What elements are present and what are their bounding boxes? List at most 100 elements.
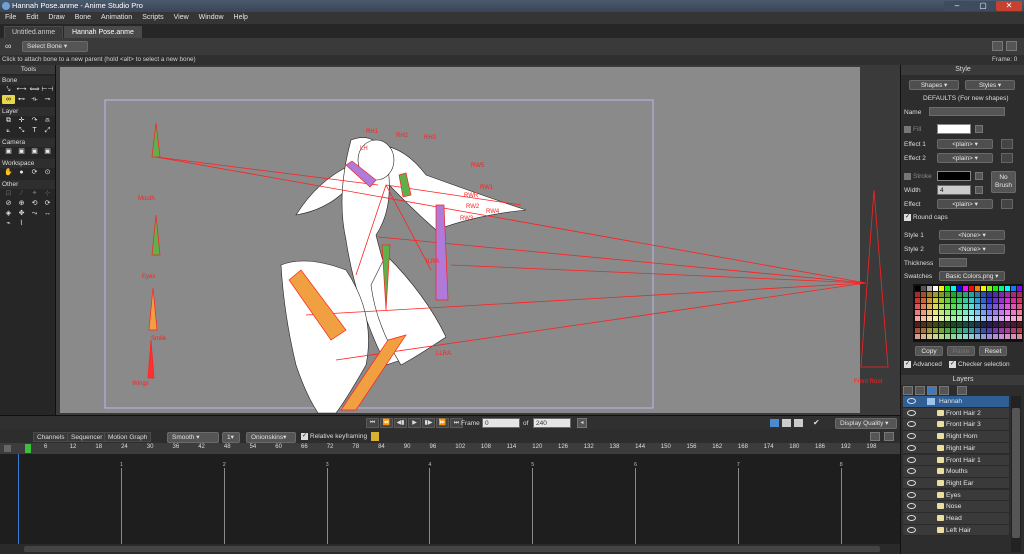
palette-swatch[interactable]	[993, 286, 998, 291]
palette-swatch[interactable]	[945, 310, 950, 315]
stroke-picker-icon[interactable]	[975, 172, 983, 180]
palette-swatch[interactable]	[1005, 334, 1010, 339]
palette-swatch[interactable]	[1005, 298, 1010, 303]
palette-swatch[interactable]	[921, 316, 926, 321]
tool-icon[interactable]: ⤢	[41, 126, 54, 135]
eye-icon[interactable]	[907, 433, 916, 440]
palette-swatch[interactable]	[969, 316, 974, 321]
eye-icon[interactable]	[907, 421, 916, 428]
style1-dropdown[interactable]: <None> ▾	[939, 230, 1005, 240]
canvas-area[interactable]: Mouth Eyes Smile Wings Front Root RWR RW…	[56, 65, 900, 415]
palette-swatch[interactable]	[927, 322, 932, 327]
palette-swatch[interactable]	[1017, 328, 1022, 333]
stroke-checkbox[interactable]	[904, 173, 911, 180]
palette-swatch[interactable]	[963, 316, 968, 321]
tool-icon[interactable]: ↷	[28, 116, 41, 125]
palette-swatch[interactable]	[999, 298, 1004, 303]
palette-swatch[interactable]	[933, 292, 938, 297]
tool-icon[interactable]: ⟳	[41, 199, 54, 208]
tool-icon[interactable]: ▣	[15, 147, 28, 156]
tool-icon[interactable]: ⟲	[28, 199, 41, 208]
layers-scrollbar[interactable]	[1011, 396, 1021, 552]
end-frame-input[interactable]: 240	[533, 418, 571, 428]
layer-item-right-ear[interactable]: Right Ear	[903, 477, 1009, 490]
tool-icon[interactable]: ◈	[2, 209, 15, 218]
tool-icon[interactable]: ∞	[2, 95, 15, 104]
tool-icon[interactable]: ⟛	[28, 95, 41, 104]
palette-swatch[interactable]	[987, 310, 992, 315]
palette-swatch[interactable]	[993, 310, 998, 315]
timeline-menu-icon[interactable]	[884, 432, 894, 441]
stroke-color-swatch[interactable]	[937, 171, 971, 181]
menu-view[interactable]: View	[169, 14, 194, 21]
tab-motion-graph[interactable]: Motion Graph	[104, 432, 152, 442]
tool-icon[interactable]: ⤥	[2, 85, 15, 94]
palette-swatch[interactable]	[1017, 322, 1022, 327]
copy-button[interactable]: Copy	[915, 346, 943, 356]
view-single-icon[interactable]	[770, 419, 779, 427]
tool-icon[interactable]: ⟀	[2, 126, 15, 135]
palette-swatch[interactable]	[939, 334, 944, 339]
eye-icon[interactable]	[907, 503, 916, 510]
palette-swatch[interactable]	[933, 298, 938, 303]
palette-swatch[interactable]	[975, 316, 980, 321]
delete-layer-icon[interactable]	[939, 386, 949, 395]
scene-canvas[interactable]: Mouth Eyes Smile Wings Front Root RWR RW…	[56, 65, 900, 415]
palette-swatch[interactable]	[1011, 304, 1016, 309]
palette-swatch[interactable]	[993, 328, 998, 333]
palette-swatch[interactable]	[921, 322, 926, 327]
layer-item-head[interactable]: Head	[903, 513, 1009, 525]
palette-swatch[interactable]	[1017, 310, 1022, 315]
view-quad-icon[interactable]	[794, 419, 803, 427]
menu-edit[interactable]: Edit	[21, 14, 43, 21]
tool-icon[interactable]: ⟳	[28, 168, 41, 177]
style2-dropdown[interactable]: <None> ▾	[939, 244, 1005, 254]
palette-swatch[interactable]	[927, 334, 932, 339]
palette-swatch[interactable]	[939, 292, 944, 297]
palette-swatch[interactable]	[957, 298, 962, 303]
tool-icon[interactable]: ⊷	[15, 95, 28, 104]
palette-swatch[interactable]	[921, 328, 926, 333]
palette-swatch[interactable]	[951, 322, 956, 327]
palette-swatch[interactable]	[1011, 292, 1016, 297]
palette-swatch[interactable]	[963, 304, 968, 309]
palette-swatch[interactable]	[963, 334, 968, 339]
tool-icon[interactable]: ⊙	[41, 168, 54, 177]
lock-icon[interactable]	[371, 432, 379, 441]
palette-swatch[interactable]	[969, 292, 974, 297]
checker-selection-checkbox[interactable]: ✓	[949, 361, 956, 368]
palette-swatch[interactable]	[993, 334, 998, 339]
reset-button[interactable]: Reset	[979, 346, 1007, 356]
palette-swatch[interactable]	[969, 310, 974, 315]
tool-icon[interactable]: ↔	[41, 209, 54, 218]
palette-swatch[interactable]	[1005, 286, 1010, 291]
palette-swatch[interactable]	[963, 322, 968, 327]
palette-swatch[interactable]	[981, 298, 986, 303]
palette-swatch[interactable]	[993, 292, 998, 297]
palette-swatch[interactable]	[999, 334, 1004, 339]
palette-swatch[interactable]	[1017, 292, 1022, 297]
layer-item-nose[interactable]: Nose	[903, 501, 1009, 513]
timeline-options-icon[interactable]	[870, 432, 880, 441]
tool-icon[interactable]: ⌇	[15, 219, 28, 228]
palette-swatch[interactable]	[957, 310, 962, 315]
palette-swatch[interactable]	[987, 304, 992, 309]
palette-swatch[interactable]	[957, 292, 962, 297]
palette-swatch[interactable]	[993, 322, 998, 327]
tool-icon[interactable]: ✛	[15, 116, 28, 125]
palette-swatch[interactable]	[963, 292, 968, 297]
eye-icon[interactable]	[907, 456, 916, 463]
effect1-dropdown[interactable]: <plain> ▾	[937, 139, 993, 149]
palette-swatch[interactable]	[957, 304, 962, 309]
effect2-dropdown[interactable]: <plain> ▾	[937, 153, 993, 163]
timeline-ruler[interactable]: 6 12 18 24 30 36 42 48 54 60 66 72 78 84 90 96 102 108 114…	[0, 443, 900, 454]
timeline-tracks[interactable]: 1 2 3 4 5 6 7 8	[0, 454, 900, 554]
menu-scripts[interactable]: Scripts	[137, 14, 168, 21]
palette-swatch[interactable]	[975, 334, 980, 339]
palette-swatch[interactable]	[915, 334, 920, 339]
view-split-icon[interactable]	[782, 419, 791, 427]
palette-swatch[interactable]	[999, 310, 1004, 315]
palette-swatch[interactable]	[1017, 298, 1022, 303]
goto-icon[interactable]: ◂	[577, 418, 587, 428]
width-input[interactable]: 4	[937, 185, 971, 195]
